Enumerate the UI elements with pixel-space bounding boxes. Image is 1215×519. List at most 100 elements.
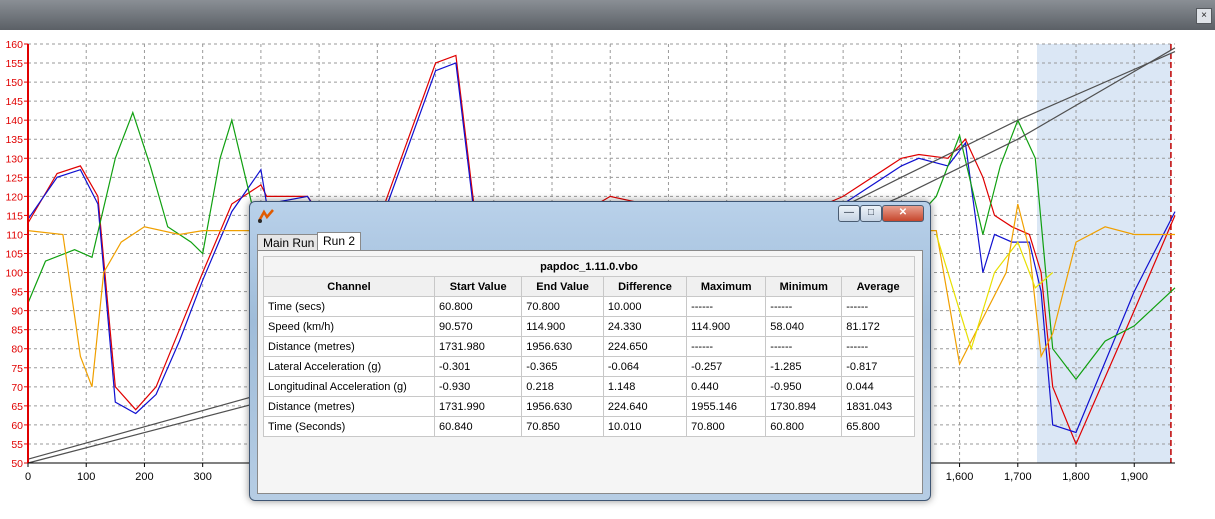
channel-name-cell: Distance (metres) [263, 396, 435, 417]
y-tick-label: 65 [11, 401, 23, 413]
column-header[interactable]: Channel [263, 276, 435, 297]
value-cell: 60.840 [433, 416, 523, 437]
value-cell: 1731.990 [433, 396, 523, 417]
value-cell: ------ [765, 336, 843, 357]
value-cell: -0.365 [521, 356, 604, 377]
value-cell: 0.440 [686, 376, 767, 397]
value-cell: 60.800 [765, 416, 843, 437]
value-cell: ------ [686, 336, 767, 357]
column-header[interactable]: Difference [602, 276, 688, 297]
column-header[interactable]: Maximum [686, 276, 767, 297]
y-tick-label: 125 [5, 172, 23, 184]
tab-run-2[interactable]: Run 2 [317, 232, 362, 251]
value-cell: ------ [765, 296, 843, 317]
value-cell: ------ [686, 296, 767, 317]
value-cell: -0.064 [602, 356, 688, 377]
y-tick-label: 80 [11, 344, 23, 356]
statistics-window: — □ ✕ Main Run Run 2 papdoc_1.11.0.vbo C… [249, 201, 931, 501]
value-cell: 10.010 [602, 416, 688, 437]
table-row[interactable]: Longitudinal Acceleration (g) -0.930 0.218… [263, 376, 915, 397]
value-cell: 1831.043 [841, 396, 915, 417]
value-cell: 0.218 [521, 376, 604, 397]
table-row[interactable]: Time (secs) 60.800 70.800 10.000 ------ -----… [263, 296, 915, 317]
y-tick-label: 120 [5, 191, 23, 203]
statistics-table: papdoc_1.11.0.vbo Channel Start Value En… [263, 256, 915, 437]
value-cell: -0.301 [433, 356, 523, 377]
y-tick-label: 115 [6, 210, 23, 222]
y-tick-label: 95 [11, 287, 23, 299]
y-tick-label: 100 [5, 268, 23, 280]
table-row[interactable]: Time (Seconds) 60.840 70.850 10.010 70.800 60… [263, 416, 915, 437]
y-tick-label: 50 [11, 458, 23, 470]
table-row[interactable]: Speed (km/h) 90.570 114.900 24.330 114.900 58… [263, 316, 915, 337]
column-header[interactable]: Start Value [433, 276, 523, 297]
value-cell: 65.800 [841, 416, 915, 437]
y-tick-label: 130 [5, 153, 23, 165]
value-cell: 1.148 [602, 376, 688, 397]
channel-name-cell: Time (Seconds) [263, 416, 435, 437]
value-cell: -0.817 [841, 356, 915, 377]
value-cell: 114.900 [686, 316, 767, 337]
channel-name-cell: Lateral Acceleration (g) [263, 356, 435, 377]
y-tick-label: 135 [5, 134, 23, 146]
value-cell: 70.800 [521, 296, 604, 317]
y-tick-label: 60 [11, 420, 23, 432]
y-tick-label: 90 [11, 306, 23, 318]
y-tick-label: 75 [11, 363, 23, 375]
minimize-button[interactable]: — [838, 205, 860, 222]
value-cell: 1956.630 [521, 336, 604, 357]
column-header[interactable]: Minimum [765, 276, 843, 297]
maximize-button[interactable]: □ [860, 205, 882, 222]
x-tick-label: 0 [25, 471, 31, 483]
x-tick-label: 1,600 [946, 471, 974, 483]
x-tick-label: 1,900 [1120, 471, 1148, 483]
channel-name-cell: Distance (metres) [263, 336, 435, 357]
y-tick-label: 70 [11, 382, 23, 394]
table-row[interactable]: Distance (metres) 1731.990 1956.630 224.640… [263, 396, 915, 417]
value-cell: 114.900 [521, 316, 604, 337]
y-tick-label: 150 [5, 77, 23, 89]
y-tick-label: 55 [11, 439, 23, 451]
y-tick-label: 85 [11, 325, 23, 337]
y-tick-label: 140 [5, 115, 23, 127]
x-tick-label: 1,800 [1062, 471, 1090, 483]
value-cell: 224.650 [602, 336, 688, 357]
value-cell: 81.172 [841, 316, 915, 337]
value-cell: -0.950 [765, 376, 843, 397]
value-cell: 24.330 [602, 316, 688, 337]
value-cell: 58.040 [765, 316, 843, 337]
value-cell: 1731.980 [433, 336, 523, 357]
y-tick-label: 110 [6, 229, 23, 241]
close-button[interactable]: ✕ [882, 205, 924, 222]
channel-name-cell: Time (secs) [263, 296, 435, 317]
value-cell: 1955.146 [686, 396, 767, 417]
channel-name-cell: Longitudinal Acceleration (g) [263, 376, 435, 397]
dataplot-icon [257, 209, 274, 223]
x-tick-label: 300 [193, 471, 211, 483]
value-cell: 224.640 [602, 396, 688, 417]
column-header[interactable]: End Value [521, 276, 604, 297]
value-cell: ------ [841, 296, 915, 317]
tab-panel: papdoc_1.11.0.vbo Channel Start Value En… [257, 250, 923, 494]
value-cell: 70.800 [686, 416, 767, 437]
x-tick-label: 1,700 [1004, 471, 1032, 483]
value-cell: 1730.894 [765, 396, 843, 417]
close-icon[interactable]: × [1196, 8, 1212, 24]
value-cell: 70.850 [521, 416, 604, 437]
y-tick-label: 105 [5, 249, 23, 261]
value-cell: 0.044 [841, 376, 915, 397]
table-title: papdoc_1.11.0.vbo [263, 256, 915, 277]
y-tick-label: 155 [5, 58, 23, 70]
x-tick-label: 100 [77, 471, 95, 483]
value-cell: 60.800 [433, 296, 523, 317]
x-tick-label: 200 [135, 471, 153, 483]
y-tick-label: 145 [5, 96, 23, 108]
value-cell: 1956.630 [521, 396, 604, 417]
value-cell: 90.570 [433, 316, 523, 337]
channel-name-cell: Speed (km/h) [263, 316, 435, 337]
column-header[interactable]: Average [841, 276, 915, 297]
table-row[interactable]: Lateral Acceleration (g) -0.301 -0.365 -0.0… [263, 356, 915, 377]
tab-main-run[interactable]: Main Run [257, 234, 321, 251]
table-row[interactable]: Distance (metres) 1731.980 1956.630 224.650… [263, 336, 915, 357]
value-cell: -0.930 [433, 376, 523, 397]
